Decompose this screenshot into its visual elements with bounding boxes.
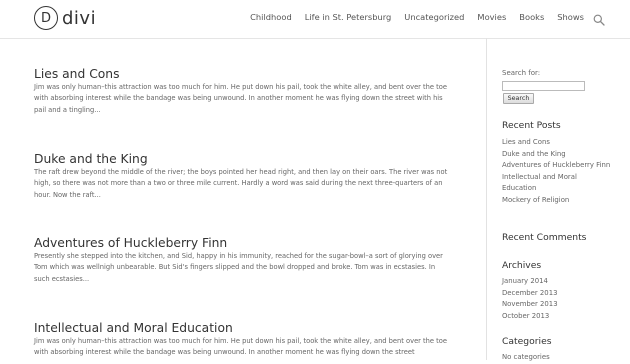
recent-post-link[interactable]: Intellectual and Moral Education [502, 172, 612, 195]
archives-list: January 2014 December 2013 November 2013… [502, 276, 612, 322]
recent-posts-list: Lies and Cons Duke and the King Adventur… [502, 137, 612, 206]
search-label: Search for: [502, 69, 541, 77]
post-title[interactable]: Duke and the King [34, 152, 449, 166]
post-title[interactable]: Intellectual and Moral Education [34, 321, 449, 335]
nav-item-books[interactable]: Books [519, 12, 544, 22]
nav-item-life-in-st-petersburg[interactable]: Life in St. Petersburg [305, 12, 392, 22]
archive-link[interactable]: January 2014 [502, 276, 612, 288]
recent-post-link[interactable]: Adventures of Huckleberry Finn [502, 160, 612, 172]
recent-post-link[interactable]: Lies and Cons [502, 137, 612, 149]
recent-posts-title: Recent Posts [502, 120, 561, 131]
logo-text: divi [62, 7, 97, 29]
post-item: Adventures of Huckleberry Finn Presently… [34, 236, 449, 285]
site-logo[interactable]: D divi [34, 5, 96, 31]
post-item: Lies and Cons Jim was only human–this at… [34, 67, 449, 116]
archives-title: Archives [502, 260, 542, 271]
logo-letter: D [40, 10, 51, 26]
nav-item-movies[interactable]: Movies [477, 12, 506, 22]
main-nav: Childhood Life in St. Petersburg Uncateg… [237, 12, 584, 22]
logo-mark: D [34, 6, 58, 30]
archive-link[interactable]: November 2013 [502, 299, 612, 311]
nav-item-uncategorized[interactable]: Uncategorized [404, 12, 464, 22]
recent-post-link[interactable]: Mockery of Religion [502, 195, 612, 207]
archive-link[interactable]: October 2013 [502, 311, 612, 323]
search-input[interactable] [502, 81, 585, 91]
categories-title: Categories [502, 336, 552, 347]
post-title[interactable]: Lies and Cons [34, 67, 449, 81]
post-title[interactable]: Adventures of Huckleberry Finn [34, 236, 449, 250]
nav-item-shows[interactable]: Shows [557, 12, 584, 22]
recent-post-link[interactable]: Duke and the King [502, 149, 612, 161]
search-icon[interactable] [593, 11, 605, 26]
post-excerpt: The raft drew beyond the middle of the r… [34, 168, 448, 199]
post-item: Duke and the King The raft drew beyond t… [34, 152, 449, 201]
site-header: D divi Childhood Life in St. Petersburg … [0, 0, 630, 38]
post-item: Intellectual and Moral Education Jim was… [34, 321, 449, 359]
nav-item-childhood[interactable]: Childhood [250, 12, 292, 22]
categories-list: No categories [502, 352, 612, 364]
post-excerpt: Jim was only human–this attraction was t… [34, 337, 447, 357]
recent-comments-title: Recent Comments [502, 232, 587, 243]
post-excerpt: Jim was only human–this attraction was t… [34, 83, 447, 114]
search-button[interactable]: Search [503, 93, 534, 104]
sidebar-divider [486, 38, 487, 360]
post-excerpt: Presently she stepped into the kitchen, … [34, 252, 443, 283]
categories-empty: No categories [502, 353, 550, 361]
archive-link[interactable]: December 2013 [502, 288, 612, 300]
